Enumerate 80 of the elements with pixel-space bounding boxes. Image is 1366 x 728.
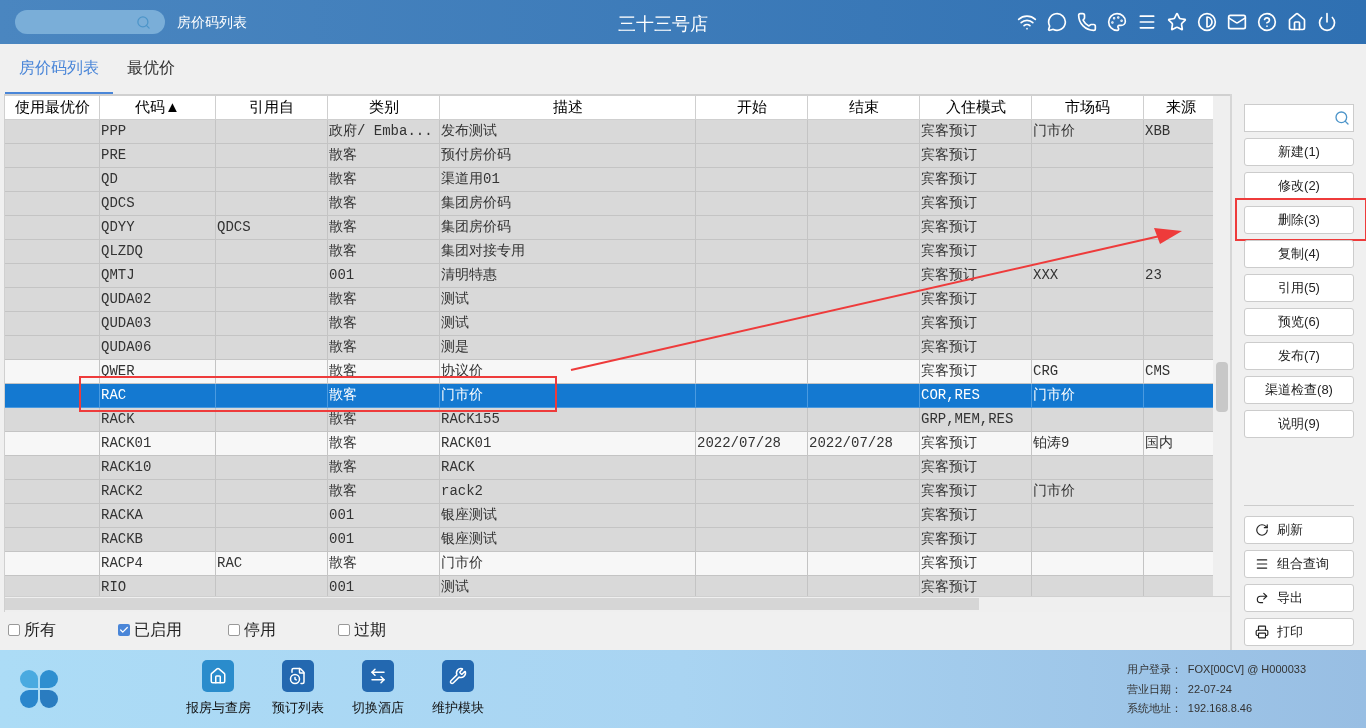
search-field[interactable] (15, 10, 165, 34)
table-row[interactable]: QD 散客 渠道用01 宾客预订 (5, 168, 1213, 192)
table-row[interactable]: RACK 散客 RACK155 GRP,MEM,RES (5, 408, 1213, 432)
checkbox[interactable] (228, 624, 240, 636)
checkbox[interactable] (338, 624, 350, 636)
power-icon[interactable] (1317, 12, 1337, 32)
tool-button[interactable]: 打印 (1244, 618, 1354, 646)
horizontal-scrollbar[interactable] (5, 596, 1230, 612)
wrench-icon (442, 660, 474, 693)
action-button[interactable]: 发布(7) (1244, 342, 1354, 370)
clover-logo-icon (20, 670, 58, 708)
info-label: 系统地址： (1126, 701, 1182, 717)
action-button[interactable]: 说明(9) (1244, 410, 1354, 438)
filter-label: 过期 (354, 620, 386, 640)
tool-button[interactable]: 组合查询 (1244, 550, 1354, 578)
refresh-icon (1255, 523, 1269, 537)
module-button[interactable]: 维护模块 (428, 660, 488, 718)
printer-icon (1255, 625, 1269, 639)
page-title: 房价码列表 (177, 12, 247, 32)
action-button[interactable]: 新建(1) (1244, 138, 1354, 166)
house-search-icon (202, 660, 234, 693)
info-value: 192.168.8.46 (1187, 701, 1253, 717)
search-icon (1334, 110, 1350, 126)
redo-arrow-icon (1255, 591, 1269, 605)
module-button[interactable]: 切换酒店 (348, 660, 408, 718)
table-row[interactable]: RACK01 散客 RACK01 2022/07/28 2022/07/28 宾客预订 铂涛9 国内 (5, 432, 1213, 456)
table-row[interactable]: QDYY QDCS 散客 集团房价码 宾客预订 (5, 216, 1213, 240)
table-row[interactable]: QMTJ 001 清明特惠 宾客预订 XXX 23 (5, 264, 1213, 288)
table-row[interactable]: RACK10 散客 RACK 宾客预订 (5, 456, 1213, 480)
action-button[interactable]: 引用(5) (1244, 274, 1354, 302)
hotel-name: 三十三号店 (618, 13, 708, 36)
vertical-scrollbar[interactable] (1213, 96, 1230, 597)
table-row[interactable]: RACK2 散客 rack2 宾客预订 门市价 (5, 480, 1213, 504)
chat-icon[interactable] (1047, 12, 1067, 32)
module-button[interactable]: 预订列表 (268, 660, 328, 718)
table-row[interactable]: QLZDQ 散客 集团对接专用 宾客预订 (5, 240, 1213, 264)
table-row[interactable]: RIO 001 测试 宾客预订 (5, 576, 1213, 597)
checkbox[interactable] (8, 624, 20, 636)
swap-arrows-icon (362, 660, 394, 693)
filter-label: 停用 (244, 620, 276, 640)
document-clock-icon (282, 660, 314, 693)
phone-icon[interactable] (1077, 12, 1097, 32)
tab[interactable]: 最优价 (113, 44, 189, 94)
table-row[interactable]: PRE 散客 预付房价码 宾客预订 (5, 144, 1213, 168)
info-value: FOX[00CV] @ H000033 (1187, 662, 1306, 678)
action-button[interactable]: 渠道检查(8) (1244, 376, 1354, 404)
mail-icon[interactable] (1227, 12, 1247, 32)
contrast-icon[interactable] (1197, 12, 1217, 32)
home-icon[interactable] (1287, 12, 1307, 32)
table-row[interactable]: RACKB 001 银座测试 宾客预订 (5, 528, 1213, 552)
search-icon (136, 14, 151, 30)
table-row[interactable]: QDCS 散客 集团房价码 宾客预订 (5, 192, 1213, 216)
info-label: 用户登录： (1126, 662, 1182, 678)
filter-label: 所有 (24, 620, 56, 640)
table-row[interactable]: QUDA06 散客 测是 宾客预订 (5, 336, 1213, 360)
list-icon (1255, 557, 1269, 571)
tool-button[interactable]: 刷新 (1244, 516, 1354, 544)
palette-icon[interactable] (1107, 12, 1127, 32)
checkbox[interactable] (118, 624, 130, 636)
action-button[interactable]: 删除(3) (1244, 206, 1354, 234)
action-button[interactable]: 复制(4) (1244, 240, 1354, 268)
menu-icon[interactable] (1137, 12, 1157, 32)
table-row[interactable]: RAC 散客 门市价 COR,RES 门市价 (5, 384, 1213, 408)
wifi-icon[interactable] (1017, 12, 1037, 32)
filter-label: 已启用 (134, 620, 182, 640)
table-row[interactable]: QUDA02 散客 测试 宾客预订 (5, 288, 1213, 312)
table-row[interactable]: PPP 政府/ Emba... 发布测试 宾客预订 门市价 XBB (5, 120, 1213, 144)
help-icon[interactable] (1257, 12, 1277, 32)
info-value: 22-07-24 (1187, 681, 1232, 697)
scrollbar-thumb[interactable] (5, 598, 979, 611)
info-label: 营业日期： (1126, 681, 1182, 697)
tool-button[interactable]: 导出 (1244, 584, 1354, 612)
action-button[interactable]: 修改(2) (1244, 172, 1354, 200)
table-row[interactable]: QUDA03 散客 测试 宾客预订 (5, 312, 1213, 336)
table-row[interactable]: RACP4 RAC 散客 门市价 宾客预订 (5, 552, 1213, 576)
action-button[interactable]: 预览(6) (1244, 308, 1354, 336)
table-row[interactable]: RACKA 001 银座测试 宾客预订 (5, 504, 1213, 528)
star-icon[interactable] (1167, 12, 1187, 32)
search-field[interactable] (1244, 104, 1354, 132)
scrollbar-thumb[interactable] (1216, 362, 1228, 412)
